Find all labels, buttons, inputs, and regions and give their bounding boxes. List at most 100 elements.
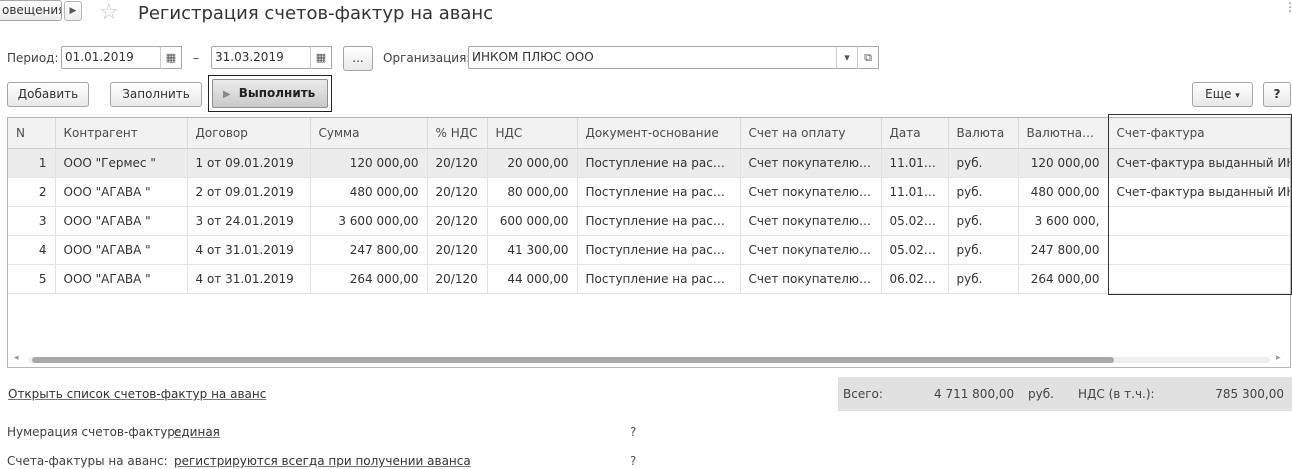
cell-sum: 3 600 000,00 [310, 206, 428, 236]
add-button[interactable]: Добавить [7, 82, 89, 107]
table-row[interactable]: 1 ООО "Гермес " 1 от 09.01.2019 120 000,… [8, 148, 1290, 178]
cell-vat: 80 000,00 [487, 177, 578, 207]
table-row[interactable]: 2 ООО "АГАВА " 2 от 09.01.2019 480 000,0… [8, 177, 1290, 207]
cell-contractor: ООО "АГАВА " [55, 235, 188, 265]
cell-contract: 1 от 09.01.2019 [187, 148, 311, 178]
notifications-tab[interactable]: овещения [0, 0, 62, 21]
open-invoice-list-link[interactable]: Открыть список счетов-фактур на аванс [8, 387, 266, 401]
table-row[interactable]: 4 ООО "АГАВА " 4 от 31.01.2019 247 800,0… [8, 235, 1290, 265]
col-header-base-doc[interactable]: Документ-основание [577, 118, 741, 149]
triangle-right-icon: ▶ [69, 6, 77, 16]
cell-currency-sum: 3 600 000, [1018, 206, 1109, 236]
cell-contract: 2 от 09.01.2019 [187, 177, 311, 207]
organization-open-button[interactable]: ⧉ [857, 46, 879, 69]
calendar-icon: ▦ [165, 51, 177, 64]
cell-date: 06.02.2019 [881, 264, 949, 294]
cell-invoice [1108, 235, 1290, 265]
cell-contract: 3 от 24.01.2019 [187, 206, 311, 236]
cell-vat-rate: 20/120 [427, 235, 488, 265]
col-header-vat-rate[interactable]: % НДС [427, 118, 488, 149]
col-header-currency-sum[interactable]: Валютная ... [1018, 118, 1109, 149]
table-row[interactable]: 3 ООО "АГАВА " 3 от 24.01.2019 3 600 000… [8, 206, 1290, 236]
horizontal-scrollbar[interactable]: ◂ ▸ [8, 353, 1290, 366]
col-header-invoice[interactable]: Счет-фактура [1108, 118, 1290, 149]
cell-contractor: ООО "АГАВА " [55, 206, 188, 236]
cell-invoice [1108, 264, 1290, 294]
cell-currency: руб. [948, 206, 1019, 236]
cell-payment-invoice: Счет покупателю от 09.01.2019 [740, 148, 882, 178]
total-label: Всего: [843, 387, 883, 401]
vat-total-label: НДС (в т.ч.): [1078, 387, 1155, 401]
col-header-currency[interactable]: Валюта [948, 118, 1019, 149]
cell-contractor: ООО "АГАВА " [55, 264, 188, 294]
cell-contractor: ООО "Гермес " [55, 148, 188, 178]
cell-vat-rate: 20/120 [427, 264, 488, 294]
advance-help-icon[interactable]: ? [630, 454, 636, 468]
cell-vat: 20 000,00 [487, 148, 578, 178]
total-currency: руб. [1028, 387, 1054, 401]
cell-vat: 600 000,00 [487, 206, 578, 236]
cell-currency: руб. [948, 264, 1019, 294]
cell-vat: 41 300,00 [487, 235, 578, 265]
col-header-contract[interactable]: Договор [187, 118, 311, 149]
cell-date: 05.02.2019 [881, 235, 949, 265]
cell-contract: 4 от 31.01.2019 [187, 264, 311, 294]
cell-payment-invoice: Счет покупателю от 09.01.2019 [740, 177, 882, 207]
numbering-label: Нумерация счетов-фактур: [7, 425, 179, 439]
cell-base-doc: Поступление на расчетный счет [577, 148, 741, 178]
totals-panel: Всего: 4 711 800,00 руб. НДС (в т.ч.): 7… [838, 377, 1292, 411]
close-icon[interactable]: ⋮ [1284, 0, 1292, 14]
scrollbar-thumb[interactable] [32, 357, 1114, 363]
cell-payment-invoice: Счет покупателю от 31.01.2019 [740, 264, 882, 294]
date-to-field[interactable]: 31.03.2019 [211, 46, 311, 69]
period-dash: – [193, 51, 199, 65]
organization-dropdown-button[interactable]: ▾ [836, 46, 858, 69]
period-select-button[interactable]: ... [343, 46, 373, 71]
table-row[interactable]: 5 ООО "АГАВА " 4 от 31.01.2019 264 000,0… [8, 264, 1290, 294]
calendar-from-button[interactable]: ▦ [160, 46, 182, 69]
calendar-to-button[interactable]: ▦ [310, 46, 332, 69]
col-header-contractor[interactable]: Контрагент [55, 118, 188, 149]
col-header-sum[interactable]: Сумма [310, 118, 428, 149]
cell-date: 05.02.2019 [881, 206, 949, 236]
cell-n: 5 [8, 264, 56, 294]
scroll-right-icon[interactable]: ▸ [1276, 353, 1281, 363]
cell-invoice: Счет-фактура выданный ИН0 [1108, 148, 1290, 178]
col-header-vat[interactable]: НДС [487, 118, 578, 149]
date-from-field[interactable]: 01.01.2019 [61, 46, 161, 69]
fill-button[interactable]: Заполнить [110, 82, 202, 107]
cell-payment-invoice: Счет покупателю от 24.01.2019 [740, 206, 882, 236]
cell-base-doc: Поступление на расчетный счет [577, 206, 741, 236]
numbering-value-link[interactable]: единая [174, 425, 220, 439]
col-header-n[interactable]: N [8, 118, 56, 149]
cell-contract: 4 от 31.01.2019 [187, 235, 311, 265]
cell-currency-sum: 120 000,00 [1018, 148, 1109, 178]
open-window-icon: ⧉ [864, 51, 872, 64]
invoice-table[interactable]: N Контрагент Договор Сумма % НДС НДС Док… [7, 117, 1291, 368]
favorite-star-icon[interactable]: ☆ [99, 0, 119, 26]
cell-date: 11.01.2019 [881, 148, 949, 178]
cell-currency: руб. [948, 235, 1019, 265]
cell-vat: 44 000,00 [487, 264, 578, 294]
cell-sum: 480 000,00 [310, 177, 428, 207]
cell-base-doc: Поступление на расчетный счет [577, 177, 741, 207]
cell-currency-sum: 247 800,00 [1018, 235, 1109, 265]
cell-vat-rate: 20/120 [427, 206, 488, 236]
cell-vat-rate: 20/120 [427, 177, 488, 207]
cell-n: 2 [8, 177, 56, 207]
vat-total-value: 785 300,00 [1215, 387, 1284, 401]
run-button[interactable]: ▶ Выполнить [212, 79, 328, 108]
cell-currency: руб. [948, 177, 1019, 207]
scroll-left-icon[interactable]: ◂ [14, 353, 19, 363]
cell-currency-sum: 264 000,00 [1018, 264, 1109, 294]
nav-forward-button[interactable]: ▶ [64, 1, 82, 21]
more-button[interactable]: Еще ▾ [1192, 82, 1253, 107]
help-button[interactable]: ? [1263, 82, 1291, 107]
col-header-payment-invoice[interactable]: Счет на оплату [740, 118, 882, 149]
numbering-help-icon[interactable]: ? [630, 425, 636, 439]
cell-contractor: ООО "АГАВА " [55, 177, 188, 207]
advance-invoices-label: Счета-фактуры на аванс: [7, 454, 168, 468]
col-header-date[interactable]: Дата [881, 118, 949, 149]
organization-field[interactable]: ИНКОМ ПЛЮС ООО [468, 46, 838, 69]
advance-invoices-value-link[interactable]: регистрируются всегда при получении аван… [174, 454, 471, 468]
